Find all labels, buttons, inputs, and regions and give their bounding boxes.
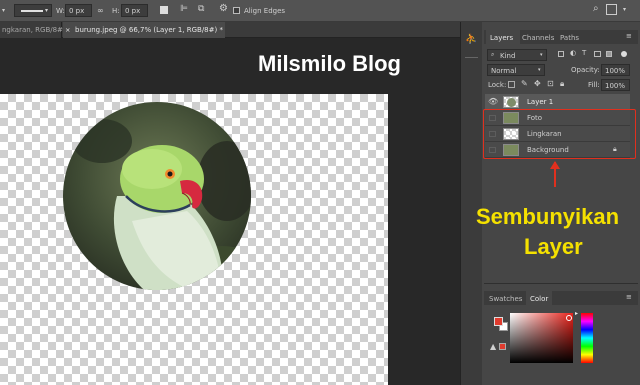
align-edges-label: Align Edges — [244, 7, 286, 15]
tab-paths[interactable]: Paths — [560, 34, 579, 42]
tab-label: Layers — [490, 34, 514, 42]
height-value: 0 px — [125, 7, 141, 15]
opacity-field[interactable]: 100% — [601, 64, 630, 76]
chevron-down-icon: ▾ — [45, 7, 49, 14]
path-arrangement-icon[interactable]: ⧉ — [198, 5, 204, 14]
tab-label: ngkaran, RGB/8#) — [2, 26, 66, 34]
opacity-label: Opacity: — [571, 66, 600, 74]
search-icon[interactable]: ⌕ — [593, 4, 599, 14]
color-panel-tabbar: Swatches Color ≡ — [484, 291, 638, 305]
tab-layers[interactable]: Layers — [486, 30, 520, 44]
h-label: H: — [112, 7, 120, 15]
workspace-icon[interactable] — [606, 4, 617, 15]
layer-thumbnail — [503, 96, 519, 108]
tab-color[interactable]: Color — [526, 291, 552, 305]
height-field[interactable]: 0 px — [121, 4, 148, 17]
chevron-down-icon[interactable]: ▾ — [623, 7, 626, 13]
gear-icon[interactable]: ⚙ — [219, 4, 228, 14]
chevron-down-icon: ▾ — [538, 67, 541, 73]
divider — [465, 57, 478, 58]
lock-position-icon[interactable]: ✥ — [534, 80, 541, 88]
layers-panel-tabbar: Layers Channels Paths ≡ — [484, 30, 638, 44]
tab-swatches[interactable]: Swatches — [489, 295, 522, 303]
thumbnail-image — [507, 98, 516, 107]
filter-adjustment-icon[interactable]: ◐ — [570, 50, 576, 57]
highlight-box — [483, 109, 636, 159]
tab-label: burung.jpeg @ 66,7% (Layer 1, RGB/8#) * — [75, 26, 223, 34]
align-edges-checkbox[interactable] — [233, 7, 240, 14]
path-alignment-icon[interactable]: ⊫ — [180, 5, 188, 14]
kind-label: Kind — [500, 52, 516, 60]
path-operations-icon[interactable] — [160, 6, 168, 14]
color-picker-handle[interactable] — [566, 315, 572, 321]
lock-label: Lock: — [488, 81, 507, 89]
tab-channels[interactable]: Channels — [522, 34, 554, 42]
color-field[interactable] — [510, 313, 573, 363]
w-label: W: — [56, 7, 65, 15]
people-icon[interactable]: ⛹ — [465, 35, 477, 45]
annotation-line-1: Sembunyikan — [476, 204, 620, 229]
width-field[interactable]: 0 px — [65, 4, 92, 17]
hue-slider[interactable] — [581, 313, 593, 363]
foreground-color-swatch[interactable] — [494, 317, 503, 326]
annotation-line-2: Layer — [524, 234, 583, 259]
tab-burung[interactable]: × burung.jpeg @ 66,7% (Layer 1, RGB/8#) … — [63, 22, 225, 38]
blend-mode-dropdown[interactable]: Normal ▾ — [487, 64, 545, 76]
fill-field[interactable]: 100% — [601, 79, 630, 91]
document-tabs: ngkaran, RGB/8#) × burung.jpeg @ 66,7% (… — [0, 22, 460, 38]
filter-type-icon[interactable]: T — [582, 50, 586, 57]
fill-label: Fill: — [588, 81, 600, 89]
web-safe-swatch[interactable] — [499, 343, 506, 350]
lock-artboard-icon[interactable]: ⊡ — [547, 80, 554, 88]
panel-menu-icon[interactable]: ≡ — [626, 294, 632, 301]
filter-shape-icon[interactable] — [594, 51, 601, 57]
layer-name: Layer 1 — [527, 98, 554, 106]
options-bar: ▾ ▾ W: 0 px ∞ H: 0 px ⊫ ⧉ ⚙ Align Edges … — [0, 0, 640, 22]
filter-pixel-icon[interactable] — [558, 51, 564, 57]
lock-pixels-icon[interactable]: ✎ — [521, 80, 528, 88]
stroke-type-dropdown[interactable]: ▾ — [14, 4, 52, 17]
layer-row-layer-1[interactable]: 👁︎ Layer 1 — [485, 94, 630, 110]
warning-triangle-icon[interactable]: ▲ — [490, 343, 496, 351]
close-icon[interactable]: × — [65, 27, 70, 34]
chevron-down-icon: ▾ — [540, 52, 543, 58]
blend-mode-value: Normal — [491, 67, 517, 75]
fill-value: 100% — [605, 82, 626, 90]
search-icon: ⌕ — [491, 51, 495, 58]
filter-toggle-icon[interactable] — [621, 51, 627, 57]
kind-filter-dropdown[interactable]: ⌕ Kind ▾ — [487, 49, 547, 61]
lock-transparent-icon[interactable] — [508, 81, 515, 88]
panel-menu-icon[interactable]: ≡ — [626, 33, 632, 40]
watermark-title: Milsmilo Blog — [258, 51, 401, 76]
eye-icon[interactable]: 👁︎ — [488, 97, 498, 106]
tab-label: Color — [530, 295, 549, 303]
lock-all-icon[interactable]: 🔒︎ — [560, 80, 564, 88]
parrot-photo — [63, 102, 251, 290]
opacity-value: 100% — [605, 67, 626, 75]
link-icon[interactable]: ∞ — [97, 7, 104, 15]
arrow-up-icon — [550, 161, 560, 187]
stroke-line-icon — [21, 10, 43, 12]
hue-slider-handle[interactable]: ▸ — [575, 311, 578, 317]
document-canvas[interactable] — [0, 94, 388, 385]
color-panel: Swatches Color ≡ ▲ ▸ — [484, 283, 638, 385]
chevron-down-icon[interactable]: ▾ — [2, 7, 8, 14]
filter-smart-object-icon[interactable] — [606, 51, 612, 57]
width-value: 0 px — [69, 7, 85, 15]
tab-lingkaran[interactable]: ngkaran, RGB/8#) — [0, 22, 66, 38]
